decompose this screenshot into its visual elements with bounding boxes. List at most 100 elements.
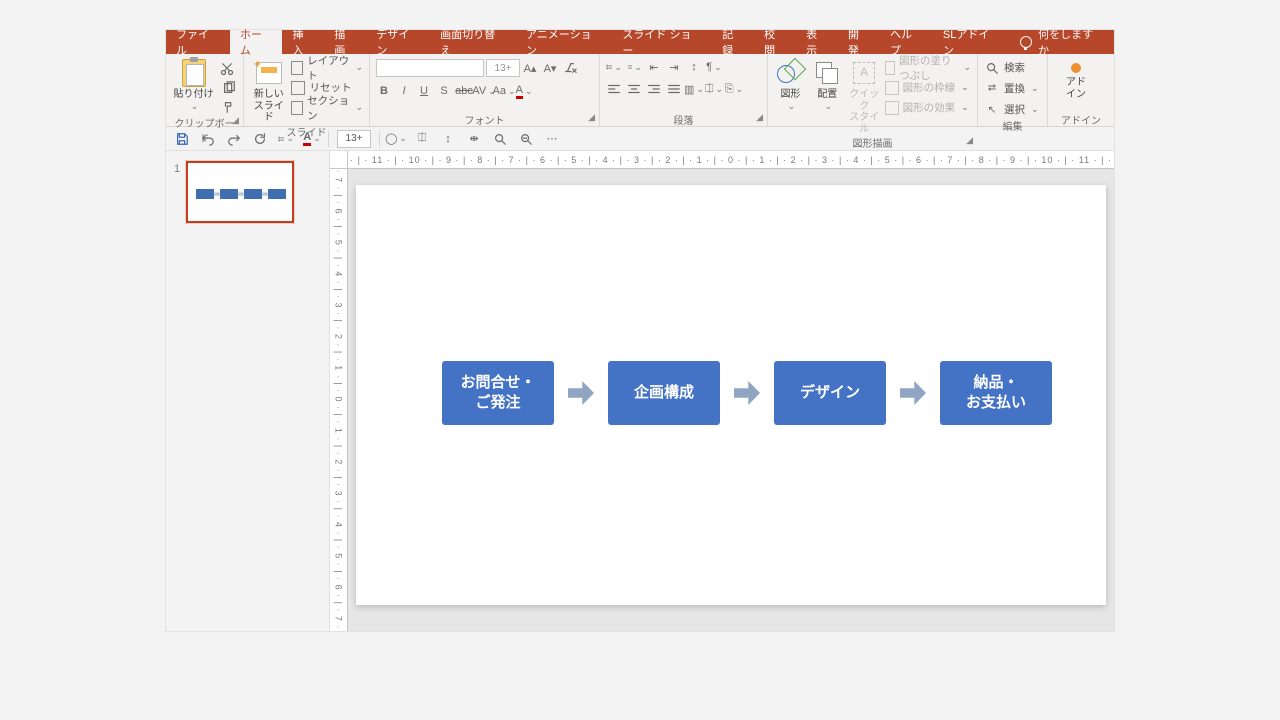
increase-font-button[interactable]: A▴	[522, 60, 538, 76]
tell-me-search[interactable]: 何をしますか	[1010, 30, 1114, 54]
tab-design[interactable]: デザイン	[366, 30, 430, 54]
horizontal-ruler[interactable]: · 16 · | · 15 · | · 14 · | · 13 · | · 12…	[348, 151, 1114, 169]
tab-home[interactable]: ホーム	[230, 30, 283, 54]
shapes-button[interactable]: 図形⌄	[774, 57, 807, 111]
shadow-button[interactable]: S	[436, 83, 452, 99]
justify-button[interactable]	[666, 81, 682, 97]
group-paragraph-label: 段落	[674, 116, 694, 127]
bulb-icon	[1020, 36, 1032, 48]
clipboard-icon	[182, 59, 206, 87]
slide-thumbnail-1[interactable]	[186, 161, 294, 223]
font-family-select[interactable]	[376, 59, 484, 77]
shape-fill-button[interactable]: 図形の塗りつぶし⌄	[885, 59, 971, 76]
vertical-ruler[interactable]: · 9 · | · 8 · | · 7 · | · 6 · | · 5 · | …	[330, 169, 348, 631]
addin-button[interactable]: アド イン	[1054, 57, 1098, 100]
qat-more-button[interactable]: ⋯	[544, 131, 560, 147]
quick-styles-button[interactable]: クイック スタイル	[848, 57, 881, 135]
find-button[interactable]: 検索	[984, 59, 1025, 76]
tab-file[interactable]: ファイル	[166, 30, 230, 54]
strikethrough-button[interactable]: abc	[456, 83, 472, 99]
qat-zoomout-button[interactable]	[518, 131, 534, 147]
bucket-icon	[885, 61, 895, 75]
group-font-label: フォント	[465, 116, 505, 127]
layout-button[interactable]: レイアウト⌄	[291, 59, 363, 76]
tab-review[interactable]: 校閲	[754, 30, 796, 54]
save-button[interactable]	[174, 131, 190, 147]
clear-formatting-button[interactable]	[562, 60, 578, 76]
dialog-launcher-icon[interactable]: ◢	[966, 135, 973, 146]
group-slides: 新しい スライド レイアウト⌄ リセット セクション⌄ スライド	[244, 54, 370, 126]
smartart-flow[interactable]: お問合せ・ ご発注 企画構成 デザイン 納品・ お支払い	[442, 361, 1020, 425]
align-text-button[interactable]: ⎅⌄	[706, 81, 722, 97]
tab-help[interactable]: ヘルプ	[880, 30, 933, 54]
canvas-area: · 16 · | · 15 · | · 14 · | · 13 · | · 12…	[316, 151, 1114, 631]
flow-step-2[interactable]: 企画構成	[608, 361, 720, 425]
section-button[interactable]: セクション⌄	[291, 99, 363, 116]
shape-effects-button[interactable]: 図形の効果⌄	[885, 99, 971, 116]
group-editing-label: 編集	[1003, 122, 1023, 133]
arrow-icon	[900, 381, 926, 405]
arrange-icon	[816, 62, 838, 84]
bold-button[interactable]: B	[376, 83, 392, 99]
decrease-indent-button[interactable]: ⇤	[646, 59, 662, 75]
align-right-button[interactable]	[646, 81, 662, 97]
select-button[interactable]: ↖選択⌄	[984, 101, 1039, 118]
new-slide-button[interactable]: 新しい スライド	[250, 57, 287, 124]
font-color-button[interactable]: A⌄	[516, 83, 532, 99]
columns-button[interactable]: ▥⌄	[686, 81, 702, 97]
ribbon: 貼り付け ⌄ クリップボード◢ 新しい スライド レイアウト⌄	[166, 54, 1114, 127]
dialog-launcher-icon[interactable]: ◢	[756, 112, 763, 123]
align-left-button[interactable]	[606, 81, 622, 97]
flow-step-1[interactable]: お問合せ・ ご発注	[442, 361, 554, 425]
flow-step-4[interactable]: 納品・ お支払い	[940, 361, 1052, 425]
char-spacing-button[interactable]: AV⌄	[476, 83, 492, 99]
replace-button[interactable]: ⮂置換⌄	[984, 80, 1039, 97]
shapes-icon	[777, 61, 803, 85]
italic-button[interactable]: I	[396, 83, 412, 99]
smartart-button[interactable]: ⎘⌄	[726, 81, 742, 97]
underline-button[interactable]: U	[416, 83, 432, 99]
tab-insert[interactable]: 挿入	[282, 30, 324, 54]
pen-icon	[885, 81, 899, 95]
group-drawing: 図形⌄ 配置⌄ クイック スタイル 図形の塗りつぶし⌄ 図形の枠線⌄ 図形の効果…	[768, 54, 978, 126]
shape-outline-button[interactable]: 図形の枠線⌄	[885, 79, 971, 96]
paste-button[interactable]: 貼り付け ⌄	[172, 57, 215, 111]
qat-zoomfit-button[interactable]	[492, 131, 508, 147]
copy-button[interactable]	[221, 80, 237, 96]
bullets-button[interactable]: ⌄	[606, 59, 622, 75]
qat-shape-button[interactable]: ◯⌄	[388, 131, 404, 147]
tab-slideshow[interactable]: スライド ショー	[612, 30, 712, 54]
flow-step-3[interactable]: デザイン	[774, 361, 886, 425]
decrease-font-button[interactable]: A▾	[542, 60, 558, 76]
font-size-select[interactable]: 13+	[486, 59, 520, 77]
addin-icon	[1071, 63, 1081, 73]
group-slides-label: スライド	[287, 128, 327, 139]
tab-animations[interactable]: アニメーション	[516, 30, 612, 54]
tab-developer[interactable]: 開発	[838, 30, 880, 54]
dialog-launcher-icon[interactable]: ◢	[232, 115, 239, 126]
align-center-button[interactable]	[626, 81, 642, 97]
tab-transitions[interactable]: 画面切り替え	[430, 30, 516, 54]
line-spacing-button[interactable]: ↕	[686, 59, 702, 75]
thumbnail-panel: 1	[166, 151, 316, 631]
arrange-button[interactable]: 配置⌄	[811, 57, 844, 111]
cut-button[interactable]	[219, 61, 235, 77]
tab-view[interactable]: 表示	[796, 30, 838, 54]
cursor-icon: ↖	[984, 102, 1000, 118]
redo-button[interactable]	[226, 131, 242, 147]
qat-align-button[interactable]: ⎅	[414, 131, 430, 147]
replace-icon: ⮂	[984, 81, 1000, 97]
increase-indent-button[interactable]: ⇥	[666, 59, 682, 75]
qat-spacing-button[interactable]: ↕	[440, 131, 456, 147]
slide-canvas[interactable]: お問合せ・ ご発注 企画構成 デザイン 納品・ お支払い	[356, 185, 1106, 605]
format-painter-button[interactable]	[221, 99, 237, 115]
tab-draw[interactable]: 描画	[324, 30, 366, 54]
numbering-button[interactable]: ⌄	[626, 59, 642, 75]
text-direction-button[interactable]: ¶⌄	[706, 59, 722, 75]
tab-sladdin[interactable]: SLアドイン	[933, 30, 1010, 54]
tab-record[interactable]: 記録	[712, 30, 754, 54]
change-case-button[interactable]: Aa⌄	[496, 83, 512, 99]
dialog-launcher-icon[interactable]: ◢	[588, 112, 595, 123]
qat-distribute-button[interactable]: ⇼	[466, 131, 482, 147]
group-clipboard: 貼り付け ⌄ クリップボード◢	[166, 54, 244, 126]
